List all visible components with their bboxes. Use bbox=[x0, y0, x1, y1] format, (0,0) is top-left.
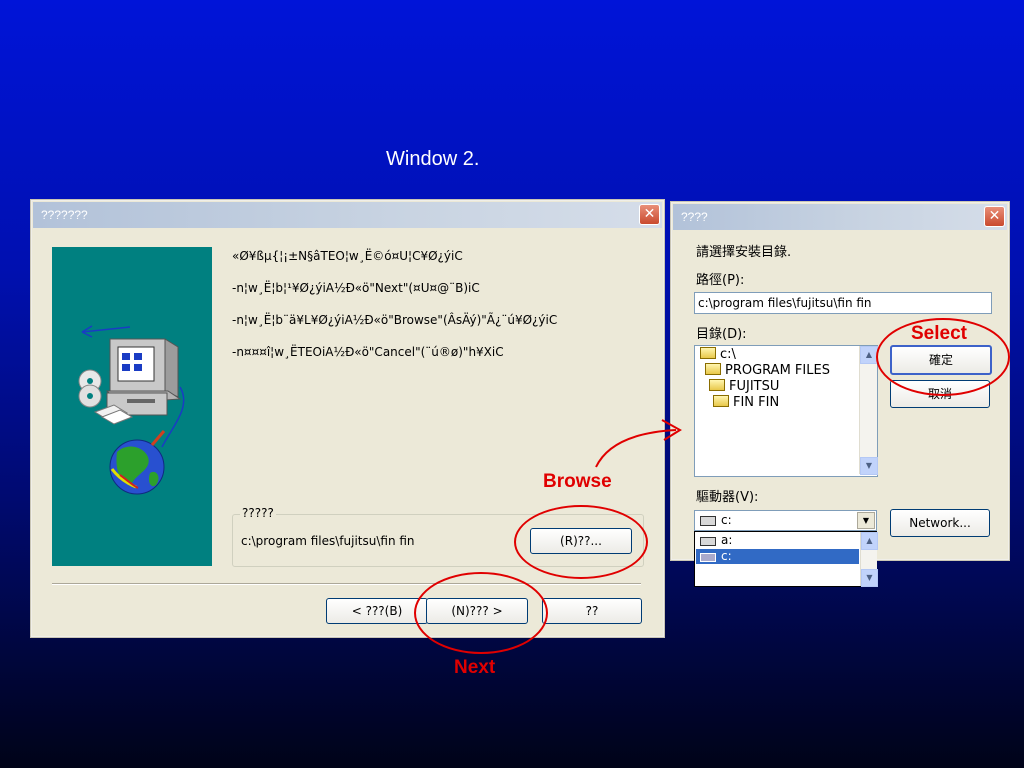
tree-item-fin-fin[interactable]: FIN FIN bbox=[713, 395, 779, 410]
drive-icon bbox=[700, 537, 716, 546]
open-folder-icon bbox=[700, 347, 716, 359]
scroll-up-icon[interactable]: ▲ bbox=[861, 532, 878, 550]
tree-item-fujitsu[interactable]: FUJITSU bbox=[709, 379, 779, 394]
open-folder-icon bbox=[709, 379, 725, 391]
install-path: c:\program files\fujitsu\fin fin bbox=[241, 534, 415, 548]
path-input[interactable]: c:\program files\fujitsu\fin fin bbox=[694, 292, 992, 314]
open-folder-icon bbox=[713, 395, 729, 407]
drive-label: 驅動器(V): bbox=[696, 490, 759, 505]
browse-annotation: Browse bbox=[543, 471, 612, 492]
destination-group-label: ????? bbox=[240, 506, 276, 520]
drive-list-scrollbar[interactable]: ▲ ▼ bbox=[860, 532, 878, 587]
close-icon[interactable]: ✕ bbox=[984, 206, 1005, 227]
drive-select-value: c: bbox=[721, 513, 732, 527]
directory-label: 目錄(D): bbox=[696, 327, 747, 342]
slide-title: Window 2. bbox=[386, 148, 480, 170]
next-highlight-circle bbox=[414, 572, 548, 654]
setup-message-1: «Ø¥ßµ{¦¡±N§âTEO¦w¸Ë©ó¤U¦C¥Ø¿ýiC bbox=[232, 249, 463, 263]
tree-item-label: PROGRAM FILES bbox=[725, 363, 830, 378]
setup-illustration bbox=[52, 247, 212, 566]
tree-item-root[interactable]: c:\ bbox=[700, 347, 736, 362]
path-input-value: c:\program files\fujitsu\fin fin bbox=[698, 296, 872, 310]
folder-dialog-titlebar[interactable]: ???? bbox=[673, 204, 1007, 230]
button-separator bbox=[52, 583, 641, 585]
drive-select[interactable]: c: ▼ bbox=[694, 510, 877, 531]
setup-message-2: -n¦w¸Ë¦b¦¹¥Ø¿ýiA½Ð«ö"Next"(¤U¤@¨B)iC bbox=[232, 281, 480, 295]
select-annotation: Select bbox=[911, 323, 967, 344]
tree-item-label: FIN FIN bbox=[733, 395, 780, 410]
scroll-down-icon[interactable]: ▼ bbox=[861, 569, 878, 587]
setup-message-3: -n¦w¸Ë¦b¨ä¥L¥Ø¿ýiA½Ð«ö"Browse"(ÂsÄý)"Ã¿¨… bbox=[232, 313, 558, 327]
tree-item-label: FUJITSU bbox=[729, 379, 780, 394]
computer-globe-icon bbox=[78, 325, 185, 495]
arrow-right-icon bbox=[595, 419, 682, 468]
drive-option-label: a: bbox=[721, 533, 733, 547]
close-icon[interactable]: ✕ bbox=[639, 204, 660, 225]
drive-dropdown-list[interactable]: a: c: ▲ ▼ bbox=[694, 531, 878, 587]
tree-item-program-files[interactable]: PROGRAM FILES bbox=[705, 363, 830, 378]
chevron-down-icon[interactable]: ▼ bbox=[857, 512, 875, 529]
next-annotation: Next bbox=[454, 657, 496, 678]
scroll-down-icon[interactable]: ▼ bbox=[860, 457, 878, 475]
directory-scrollbar[interactable]: ▲ ▼ bbox=[859, 346, 878, 475]
tree-item-label: c:\ bbox=[720, 347, 736, 362]
setup-dialog-title: ??????? bbox=[41, 208, 88, 222]
drive-option-label: c: bbox=[721, 549, 732, 563]
network-button[interactable]: Network... bbox=[890, 509, 990, 537]
cancel-button[interactable]: ?? bbox=[542, 598, 642, 624]
folder-prompt: 請選擇安裝目錄. bbox=[696, 245, 792, 260]
drive-icon bbox=[700, 553, 716, 562]
browse-highlight-circle bbox=[514, 505, 648, 579]
setup-dialog-titlebar[interactable]: ??????? bbox=[33, 202, 662, 228]
path-label: 路徑(P): bbox=[696, 273, 745, 288]
open-folder-icon bbox=[705, 363, 721, 375]
back-button[interactable]: < ???(B) bbox=[326, 598, 428, 624]
drive-option-c[interactable]: c: bbox=[696, 549, 859, 564]
drive-icon bbox=[700, 516, 716, 526]
folder-dialog-title: ???? bbox=[681, 210, 708, 224]
setup-message-4: -n¤¤¤î¦w¸ËTEOiA½Ð«ö"Cancel"(¨ú®ø)"h¥XiC bbox=[232, 345, 504, 359]
drive-option-a[interactable]: a: bbox=[696, 533, 859, 548]
